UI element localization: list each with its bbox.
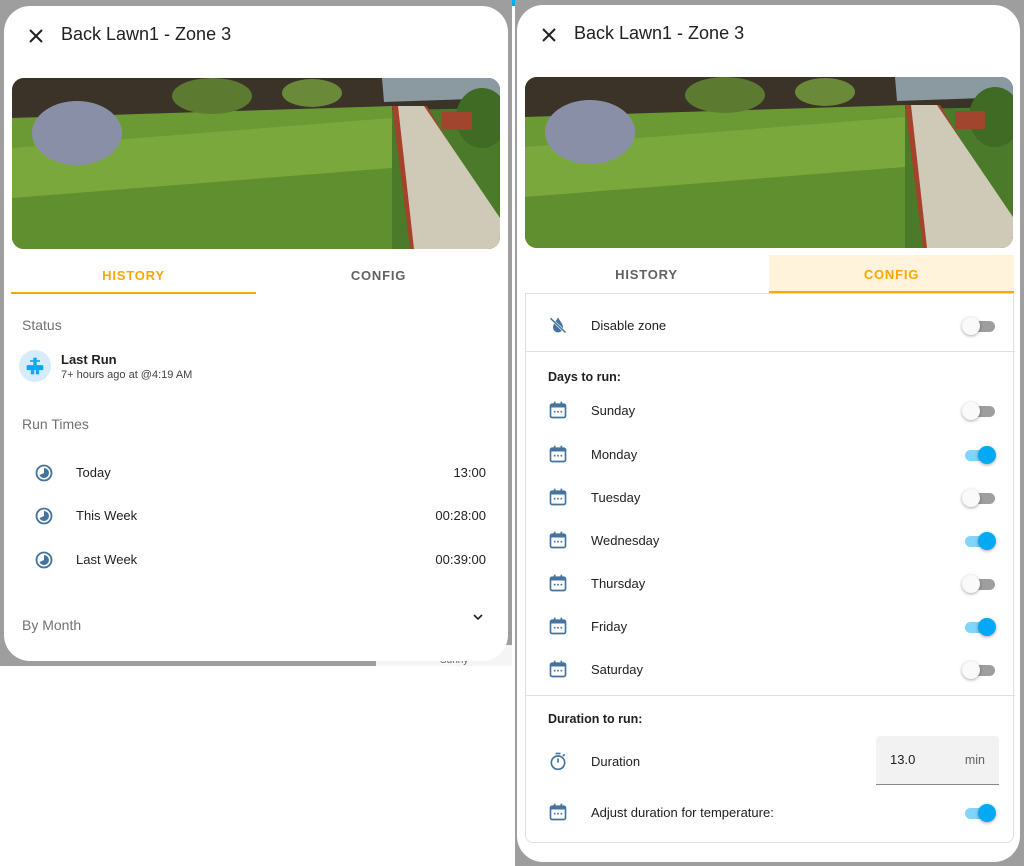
duration-heading: Duration to run: [548, 712, 643, 726]
status-section-label: Status [22, 317, 62, 333]
duration-field[interactable]: min [876, 736, 999, 785]
dialog-header: Back Lawn1 - Zone 3 [4, 6, 508, 66]
divider [526, 351, 1015, 352]
day-toggle-sunday[interactable] [962, 401, 996, 421]
day-row-saturday: Saturday [526, 649, 1015, 689]
day-toggle-thursday[interactable] [962, 574, 996, 594]
zone-photo [525, 77, 1013, 248]
day-row-wednesday: Wednesday [526, 520, 1015, 560]
day-toggle-friday[interactable] [962, 617, 996, 637]
day-toggle-wednesday[interactable] [962, 531, 996, 551]
run-time-value: 13:00 [453, 465, 486, 480]
calendar-icon [549, 531, 567, 549]
chevron-down-icon[interactable] [470, 609, 486, 625]
day-label: Friday [591, 619, 628, 634]
day-row-monday: Monday [526, 434, 1015, 474]
run-time-label: This Week [76, 508, 138, 523]
run-times-section-label: Run Times [22, 416, 89, 432]
dialog-title: Back Lawn1 - Zone 3 [61, 24, 232, 44]
day-toggle-tuesday[interactable] [962, 488, 996, 508]
zone-photo [12, 78, 500, 249]
zone-dialog-history: Back Lawn1 - Zone 3 HISTORY CONFIG Statu… [4, 6, 508, 661]
close-icon [29, 29, 43, 43]
day-row-friday: Friday [526, 606, 1015, 646]
run-time-value: 00:39:00 [435, 552, 486, 567]
timer-icon [550, 752, 566, 771]
calendar-icon [549, 445, 567, 463]
calendar-icon [549, 617, 567, 635]
run-time-label: Last Week [76, 552, 138, 567]
close-button[interactable] [24, 24, 48, 48]
day-row-sunday: Sunday [526, 390, 1015, 430]
calendar-icon [549, 401, 567, 419]
tab-history[interactable]: HISTORY [11, 256, 256, 294]
run-time-row-today: Today 13:00 [22, 453, 492, 493]
adjust-duration-label: Adjust duration for temperature: [591, 805, 774, 820]
disable-zone-label: Disable zone [591, 318, 667, 333]
last-run-subtitle: 7+ hours ago at @4:19 AM [61, 369, 193, 381]
day-label: Thursday [591, 576, 646, 591]
config-card: Disable zone Days to run: Sunday Monday … [525, 293, 1015, 843]
dialog-title: Back Lawn1 - Zone 3 [574, 23, 745, 43]
close-button[interactable] [537, 23, 561, 47]
by-month-label[interactable]: By Month [22, 617, 81, 633]
run-time-value: 00:28:00 [435, 508, 486, 523]
dialog-header: Back Lawn1 - Zone 3 [517, 5, 1020, 65]
calendar-icon [549, 488, 567, 506]
calendar-icon [549, 660, 567, 678]
last-run-title: Last Run [61, 352, 117, 367]
run-time-row-last-week: Last Week 00:39:00 [22, 540, 492, 580]
close-icon [542, 28, 556, 42]
clock-icon [35, 507, 53, 525]
day-toggle-saturday[interactable] [962, 660, 996, 680]
day-row-tuesday: Tuesday [526, 477, 1015, 517]
adjust-duration-row: Adjust duration for temperature: [526, 792, 1015, 832]
zone-dialog-config: Back Lawn1 - Zone 3 HISTORY CONFIG Disab… [517, 5, 1020, 862]
day-label: Tuesday [591, 490, 641, 505]
disable-zone-row: Disable zone [526, 305, 1015, 345]
dialog-tabs: HISTORY CONFIG [524, 255, 1014, 293]
water-valve-icon [19, 350, 51, 382]
dialog-tabs: HISTORY CONFIG [11, 256, 501, 294]
calendar-icon [549, 574, 567, 592]
day-label: Saturday [591, 662, 644, 677]
clock-icon [35, 464, 53, 482]
run-time-label: Today [76, 465, 111, 480]
duration-unit: min [964, 753, 985, 767]
water-off-icon [549, 317, 567, 334]
calendar-icon [549, 803, 567, 821]
tab-history[interactable]: HISTORY [524, 255, 769, 293]
duration-label: Duration [591, 754, 641, 769]
divider [526, 695, 1015, 696]
tab-config[interactable]: CONFIG [769, 255, 1014, 293]
days-heading: Days to run: [548, 370, 621, 384]
day-toggle-monday[interactable] [962, 445, 996, 465]
day-label: Monday [591, 447, 638, 462]
day-label: Sunday [591, 403, 636, 418]
duration-input[interactable] [890, 752, 950, 767]
adjust-duration-toggle[interactable] [962, 803, 996, 823]
disable-zone-toggle[interactable] [962, 316, 996, 336]
day-row-thursday: Thursday [526, 563, 1015, 603]
run-time-row-this-week: This Week 00:28:00 [22, 496, 492, 536]
clock-icon [35, 551, 53, 569]
tab-config[interactable]: CONFIG [256, 256, 501, 294]
day-label: Wednesday [591, 533, 660, 548]
